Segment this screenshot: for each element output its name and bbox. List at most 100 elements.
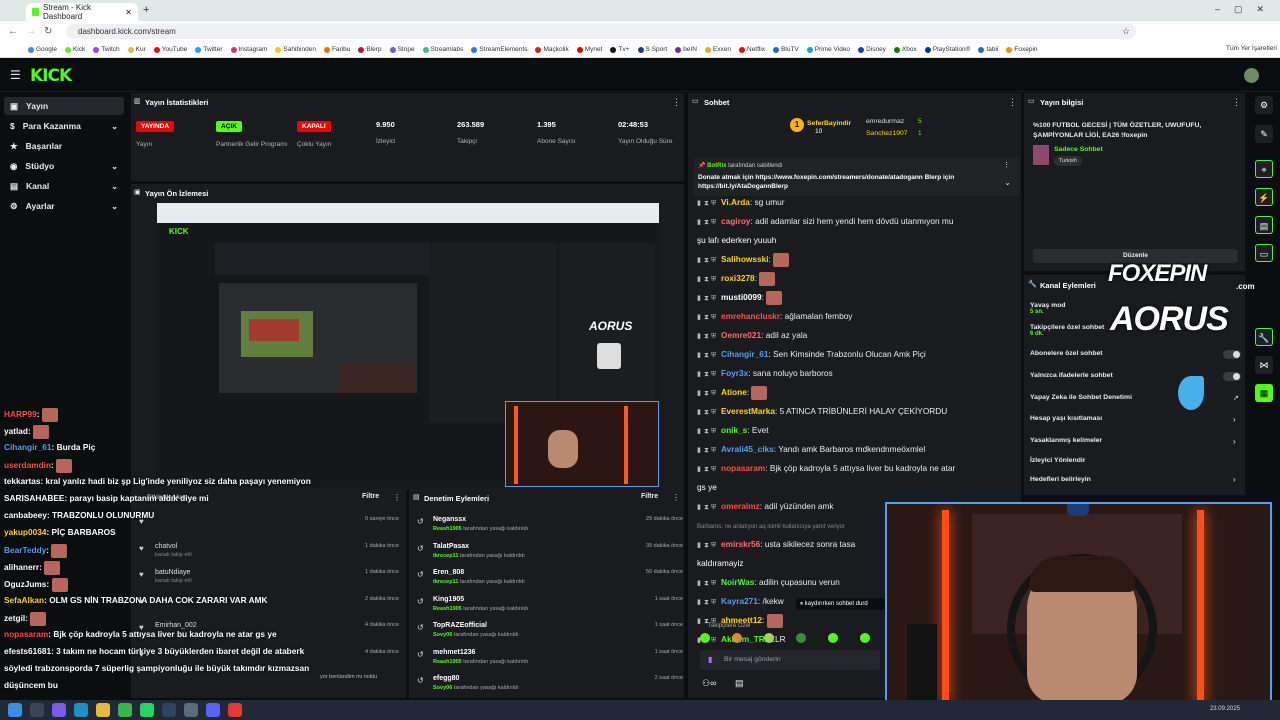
chat-user[interactable]: nopasaram (721, 463, 765, 473)
chevron-down-icon[interactable]: ⌄ (1004, 178, 1011, 187)
chrome-icon[interactable] (118, 703, 132, 717)
emote-icon[interactable] (828, 633, 838, 643)
bookmark-item[interactable]: YouTube (153, 46, 187, 53)
bookmark-item[interactable]: tabii (978, 46, 998, 53)
moderation-user[interactable]: Eren_808 (433, 569, 464, 576)
chevron-right-icon[interactable]: › (1233, 415, 1236, 424)
chat-tools-icon[interactable]: ⚇∞ (702, 678, 716, 689)
bookmark-item[interactable]: Streamlabs (422, 46, 463, 53)
category-name[interactable]: Sadece Sohbet (1054, 146, 1103, 153)
channel-action-item[interactable]: Yavaş mod 5 sn. (1030, 302, 1066, 315)
bookmark-item[interactable]: Disney (858, 46, 886, 53)
all-bookmarks[interactable]: Tüm Yer İşaretleri (1226, 45, 1277, 52)
bookmark-item[interactable]: PlayStation® (924, 46, 970, 53)
more-icon[interactable]: ⋮ (672, 493, 680, 502)
chat-user[interactable]: EverestMarka (721, 406, 775, 416)
chat-user[interactable]: Atione (721, 387, 747, 397)
emote-icon[interactable] (732, 633, 742, 643)
bookmark-item[interactable]: StreamElements (471, 46, 527, 53)
edge-icon[interactable] (74, 703, 88, 717)
chat-user[interactable]: musti0099 (721, 292, 762, 302)
bookmark-item[interactable]: beIN (675, 46, 697, 53)
channel-action-item[interactable]: İzleyici Yönlendir (1030, 457, 1085, 464)
channel-action-item[interactable]: Hedefleri belirleyin (1030, 476, 1091, 483)
share-icon[interactable]: ⋈ (1255, 356, 1273, 374)
bookmark-item[interactable]: Foxepin (1006, 46, 1038, 53)
chat-user[interactable]: cagiroy (721, 216, 751, 226)
chat-bubble-icon[interactable]: ▭ (1255, 244, 1273, 262)
chat-user[interactable]: NoirWas (721, 577, 754, 587)
chat-user[interactable]: Avrali45_ciks (721, 444, 774, 454)
forward-icon[interactable]: → (26, 26, 36, 37)
emote-icon[interactable] (700, 633, 710, 643)
gift-icon[interactable]: ▤ (735, 678, 744, 689)
emote-icon[interactable] (796, 633, 806, 643)
app-icon[interactable] (184, 703, 198, 717)
bookmark-item[interactable]: Exxen (704, 46, 731, 53)
moderation-user[interactable]: efegg80 (433, 675, 459, 682)
bookmark-item[interactable]: Faribu (323, 46, 350, 53)
moderation-user[interactable]: TalatPasax (433, 543, 469, 550)
window-controls[interactable]: –▢✕ (1215, 4, 1278, 15)
whatsapp-icon[interactable] (140, 703, 154, 717)
discord-icon[interactable] (206, 703, 220, 717)
bookmark-item[interactable]: Instagram (230, 46, 267, 53)
chat-user[interactable]: Oemre021 (721, 330, 761, 340)
bookmark-item[interactable]: Mynet (576, 46, 602, 53)
moderation-user[interactable]: King1905 (433, 596, 464, 603)
channel-action-item[interactable]: Hesap yaşı kısıtlaması (1030, 415, 1102, 422)
nav-item-ayarlar[interactable]: ⚙ Ayarlar ⌄ (4, 197, 124, 215)
bookmark-item[interactable]: BluTV (773, 46, 799, 53)
clipboard-icon[interactable]: ▤ (1255, 216, 1273, 234)
nav-item-basarilar[interactable]: ★ Başarılar (4, 137, 124, 155)
bookmark-item[interactable]: Google (28, 46, 57, 53)
wrench-side-icon[interactable]: 🔧 (1255, 328, 1273, 346)
chat-input[interactable]: ▮ Bir mesaj gönderin (700, 650, 880, 670)
settings-side-icon[interactable]: ⚙ (1255, 96, 1273, 114)
stream-preview[interactable]: KICK AORUS (157, 203, 659, 487)
external-link-icon[interactable]: ↗ (1233, 394, 1239, 402)
edit-icon[interactable]: ✎ (1255, 125, 1273, 143)
channel-action-item[interactable]: Yapay Zeka ile Sohbet Denetimi (1030, 394, 1132, 401)
steam-icon[interactable] (162, 703, 176, 717)
more-icon[interactable]: ⋮ (1008, 97, 1017, 108)
channel-action-item[interactable]: Yasaklanmış kelimeler (1030, 437, 1102, 444)
kick-logo[interactable]: KICK (30, 66, 72, 86)
bookmark-item[interactable]: Prime Video (806, 46, 850, 53)
channel-action-item[interactable]: Yalnızca ifadelerle sohbet (1030, 372, 1113, 379)
moderation-filter[interactable]: Filtre (641, 493, 658, 500)
chevron-right-icon[interactable]: › (1233, 437, 1236, 446)
avatar[interactable] (1244, 68, 1259, 83)
bookmark-item[interactable]: Netflix (739, 46, 765, 53)
activity-filter[interactable]: Filtre (362, 493, 379, 500)
bookmark-item[interactable]: Twitter (195, 46, 223, 53)
more-icon[interactable]: ⋮ (672, 97, 681, 108)
bookmark-item[interactable]: Stripe (389, 46, 415, 53)
nav-item-studyo[interactable]: ◉ Stüdyo ⌄ (4, 157, 124, 175)
bookmark-item[interactable]: S Sport (637, 46, 667, 53)
emote-icon[interactable] (764, 633, 774, 643)
nav-item-yayin[interactable]: ▣ Yayın (4, 97, 124, 115)
bookmark-star-icon[interactable]: ☆ (1122, 26, 1130, 37)
bookmark-item[interactable]: Twitch (93, 46, 120, 53)
search-icon[interactable] (30, 703, 44, 717)
bookmark-item[interactable]: Kick (64, 46, 85, 53)
bookmark-item[interactable]: Kur (127, 46, 146, 53)
channel-action-item[interactable]: Takipçilere özel sohbet 6 dk. (1030, 324, 1104, 337)
chat-user[interactable]: omeralmz (721, 501, 760, 511)
lightning-icon[interactable]: ⚡ (1255, 188, 1273, 206)
chat-user[interactable]: Cihangir_61 (721, 349, 769, 359)
emote-icon[interactable] (860, 633, 870, 643)
chat-user[interactable]: onik_s (721, 425, 747, 435)
folder-icon[interactable] (96, 703, 110, 717)
emotes-only-toggle[interactable] (1223, 372, 1241, 381)
subscribers-only-toggle[interactable] (1223, 350, 1241, 359)
chat-user[interactable]: Vi.Arda (721, 197, 750, 207)
menu-icon[interactable]: ☰ (10, 68, 21, 82)
nav-item-kanal[interactable]: ▤ Kanal ⌄ (4, 177, 124, 195)
chat-user[interactable]: Salihowsski (721, 254, 769, 264)
obs-icon[interactable] (228, 703, 242, 717)
nav-item-para-kazanma[interactable]: $ Para Kazanma ⌄ (4, 117, 124, 135)
chat-paused-banner[interactable]: ⏸ kaydırırken sohbet durd (796, 598, 888, 610)
windows-start-icon[interactable] (8, 703, 22, 717)
